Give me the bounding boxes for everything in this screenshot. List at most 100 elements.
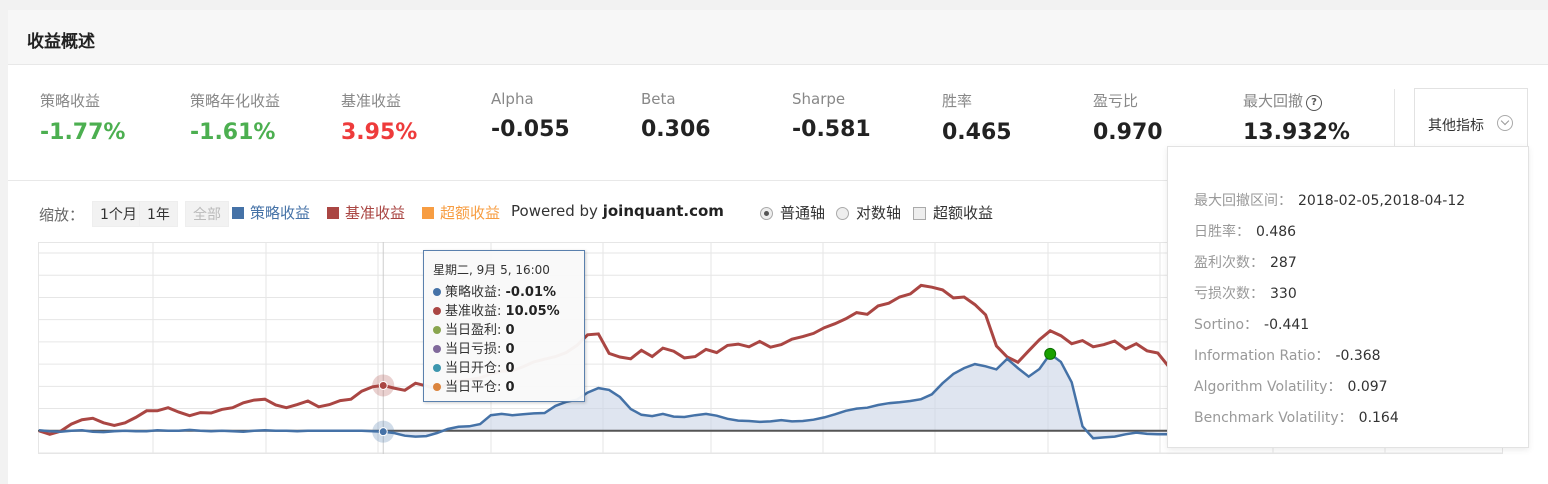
tooltip-label: 当日盈利 — [445, 323, 498, 338]
metric-value: 0.306 — [641, 117, 711, 142]
legend-item-excess[interactable]: 超额收益 — [422, 202, 500, 223]
series-dot-icon — [433, 364, 441, 372]
indicator-max-drawdown-period: 最大回撤区间： 2018-02-05,2018-04-12 — [1194, 190, 1465, 210]
chart-tooltip: 星期二, 9月 5, 16:00 策略收益: -0.01% 基准收益: 10.0… — [423, 250, 585, 402]
powered-by-text: Powered by joinquant.com — [511, 202, 724, 220]
tooltip-label: 策略收益 — [445, 285, 498, 300]
indicator-profit-count: 盈利次数： 287 — [1194, 252, 1297, 272]
zoom-1-year-button[interactable]: 1年 — [139, 201, 178, 227]
powered-site: joinquant.com — [602, 202, 724, 220]
tooltip-value: 0 — [505, 342, 515, 357]
metric-win-rate: 胜率 0.465 — [942, 90, 1012, 145]
indicator-value: 0.164 — [1358, 410, 1399, 426]
radio-selected-icon — [760, 207, 773, 220]
legend-swatch — [327, 207, 339, 219]
tooltip-date: 星期二, 9月 5, 16:00 — [433, 263, 550, 277]
drawdown-start-marker — [1044, 347, 1057, 360]
legend-label: 策略收益 — [250, 204, 311, 222]
legend-item-benchmark[interactable]: 基准收益 — [327, 202, 405, 223]
zoom-all-button[interactable]: 全部 — [185, 201, 229, 227]
indicator-label: Sortino： — [1194, 317, 1259, 333]
indicator-value: 0.486 — [1256, 224, 1297, 240]
indicator-value: -0.441 — [1264, 317, 1310, 333]
panel-title: 收益概述 — [27, 32, 95, 52]
tooltip-row-benchmark: 基准收益: 10.05% — [433, 300, 584, 319]
legend-swatch — [232, 207, 244, 219]
metric-value: 0.970 — [1093, 120, 1163, 145]
benchmark-hover-point — [378, 380, 388, 390]
indicator-value: 2018-02-05,2018-04-12 — [1298, 193, 1466, 209]
metric-label: 策略年化收益 — [190, 92, 281, 110]
indicator-value: -0.368 — [1335, 348, 1381, 364]
powered-prefix: Powered by — [511, 202, 598, 220]
tooltip-row-daily-loss: 当日亏损: 0 — [433, 338, 584, 357]
zoom-1-month-button[interactable]: 1个月 — [92, 201, 145, 227]
metric-label: 胜率 — [942, 92, 973, 110]
tooltip-label: 当日平仓 — [445, 380, 498, 395]
metric-alpha: Alpha -0.055 — [491, 90, 570, 142]
metric-beta: Beta 0.306 — [641, 90, 711, 142]
metric-value: 0.465 — [942, 120, 1012, 145]
series-dot-icon — [433, 345, 441, 353]
section-divider — [8, 180, 1168, 181]
metric-sharpe: Sharpe -0.581 — [792, 90, 871, 142]
metric-value: -1.61% — [190, 120, 276, 145]
panel-header: 收益概述 — [8, 10, 1548, 65]
tooltip-value: 0 — [505, 380, 515, 395]
tooltip-value: 0 — [505, 361, 515, 376]
checkbox-icon — [913, 207, 926, 220]
metric-profit-loss-ratio: 盈亏比 0.970 — [1093, 90, 1163, 145]
metric-value: -0.055 — [491, 117, 570, 142]
strategy-hover-point — [378, 427, 388, 437]
indicator-label: 亏损次数： — [1194, 286, 1264, 302]
axis-log-label: 对数轴 — [856, 204, 902, 222]
indicator-sortino: Sortino： -0.441 — [1194, 314, 1309, 334]
series-dot-icon — [433, 288, 441, 296]
metrics-divider — [1394, 89, 1395, 154]
axis-log-radio[interactable]: 对数轴 — [836, 202, 901, 223]
legend-label: 基准收益 — [345, 204, 406, 222]
metric-value: 3.95% — [341, 120, 418, 145]
metric-value: -1.77% — [40, 120, 126, 145]
indicator-label: 日胜率： — [1194, 224, 1250, 240]
indicator-label: Algorithm Volatility： — [1194, 379, 1342, 395]
tooltip-value: 0 — [505, 323, 515, 338]
tooltip-row-daily-close: 当日平仓: 0 — [433, 376, 584, 395]
metric-strategy-return: 策略收益 -1.77% — [40, 90, 125, 145]
indicator-benchmark-volatility: Benchmark Volatility： 0.164 — [1194, 407, 1399, 427]
metric-max-drawdown: 最大回撤? 13.932% — [1243, 90, 1350, 145]
metric-strategy-annual-return: 策略年化收益 -1.61% — [190, 90, 280, 145]
indicator-label: 盈利次数： — [1194, 255, 1264, 271]
metric-label: 最大回撤? — [1243, 90, 1350, 111]
indicator-algorithm-volatility: Algorithm Volatility： 0.097 — [1194, 376, 1388, 396]
tooltip-label: 当日亏损 — [445, 342, 498, 357]
help-icon[interactable]: ? — [1306, 95, 1323, 111]
series-dot-icon — [433, 383, 441, 391]
indicator-label: Benchmark Volatility： — [1194, 410, 1353, 426]
excess-return-checkbox[interactable]: 超额收益 — [913, 202, 993, 223]
metric-label: 策略收益 — [40, 92, 101, 110]
series-dot-icon — [433, 326, 441, 334]
indicator-loss-count: 亏损次数： 330 — [1194, 283, 1297, 303]
metric-value: 13.932% — [1243, 120, 1350, 145]
indicator-daily-win-rate: 日胜率： 0.486 — [1194, 221, 1296, 241]
tooltip-value: 10.05% — [505, 304, 560, 319]
other-indicators-dropdown: 最大回撤区间： 2018-02-05,2018-04-12 日胜率： 0.486 盈… — [1167, 146, 1529, 448]
indicator-information-ratio: Information Ratio： -0.368 — [1194, 345, 1381, 365]
other-indicators-label: 其他指标 — [1428, 118, 1484, 134]
metric-label-text: 最大回撤 — [1243, 92, 1304, 110]
legend-swatch — [422, 207, 434, 219]
metric-label: 基准收益 — [341, 92, 402, 110]
metric-label: Beta — [641, 90, 676, 108]
legend-item-strategy[interactable]: 策略收益 — [232, 202, 310, 223]
legend-label: 超额收益 — [440, 204, 501, 222]
returns-overview-panel: 收益概述 策略收益 -1.77% 策略年化收益 -1.61% 基准收益 3.95… — [8, 10, 1548, 484]
metric-value: -0.581 — [792, 117, 871, 142]
tooltip-label: 基准收益 — [445, 304, 498, 319]
tooltip-row-strategy: 策略收益: -0.01% — [433, 281, 584, 300]
radio-icon — [836, 207, 849, 220]
excess-return-label: 超额收益 — [933, 204, 994, 222]
indicator-label: 最大回撤区间： — [1194, 193, 1292, 209]
axis-normal-radio[interactable]: 普通轴 — [760, 202, 825, 223]
metric-label: Alpha — [491, 90, 534, 108]
